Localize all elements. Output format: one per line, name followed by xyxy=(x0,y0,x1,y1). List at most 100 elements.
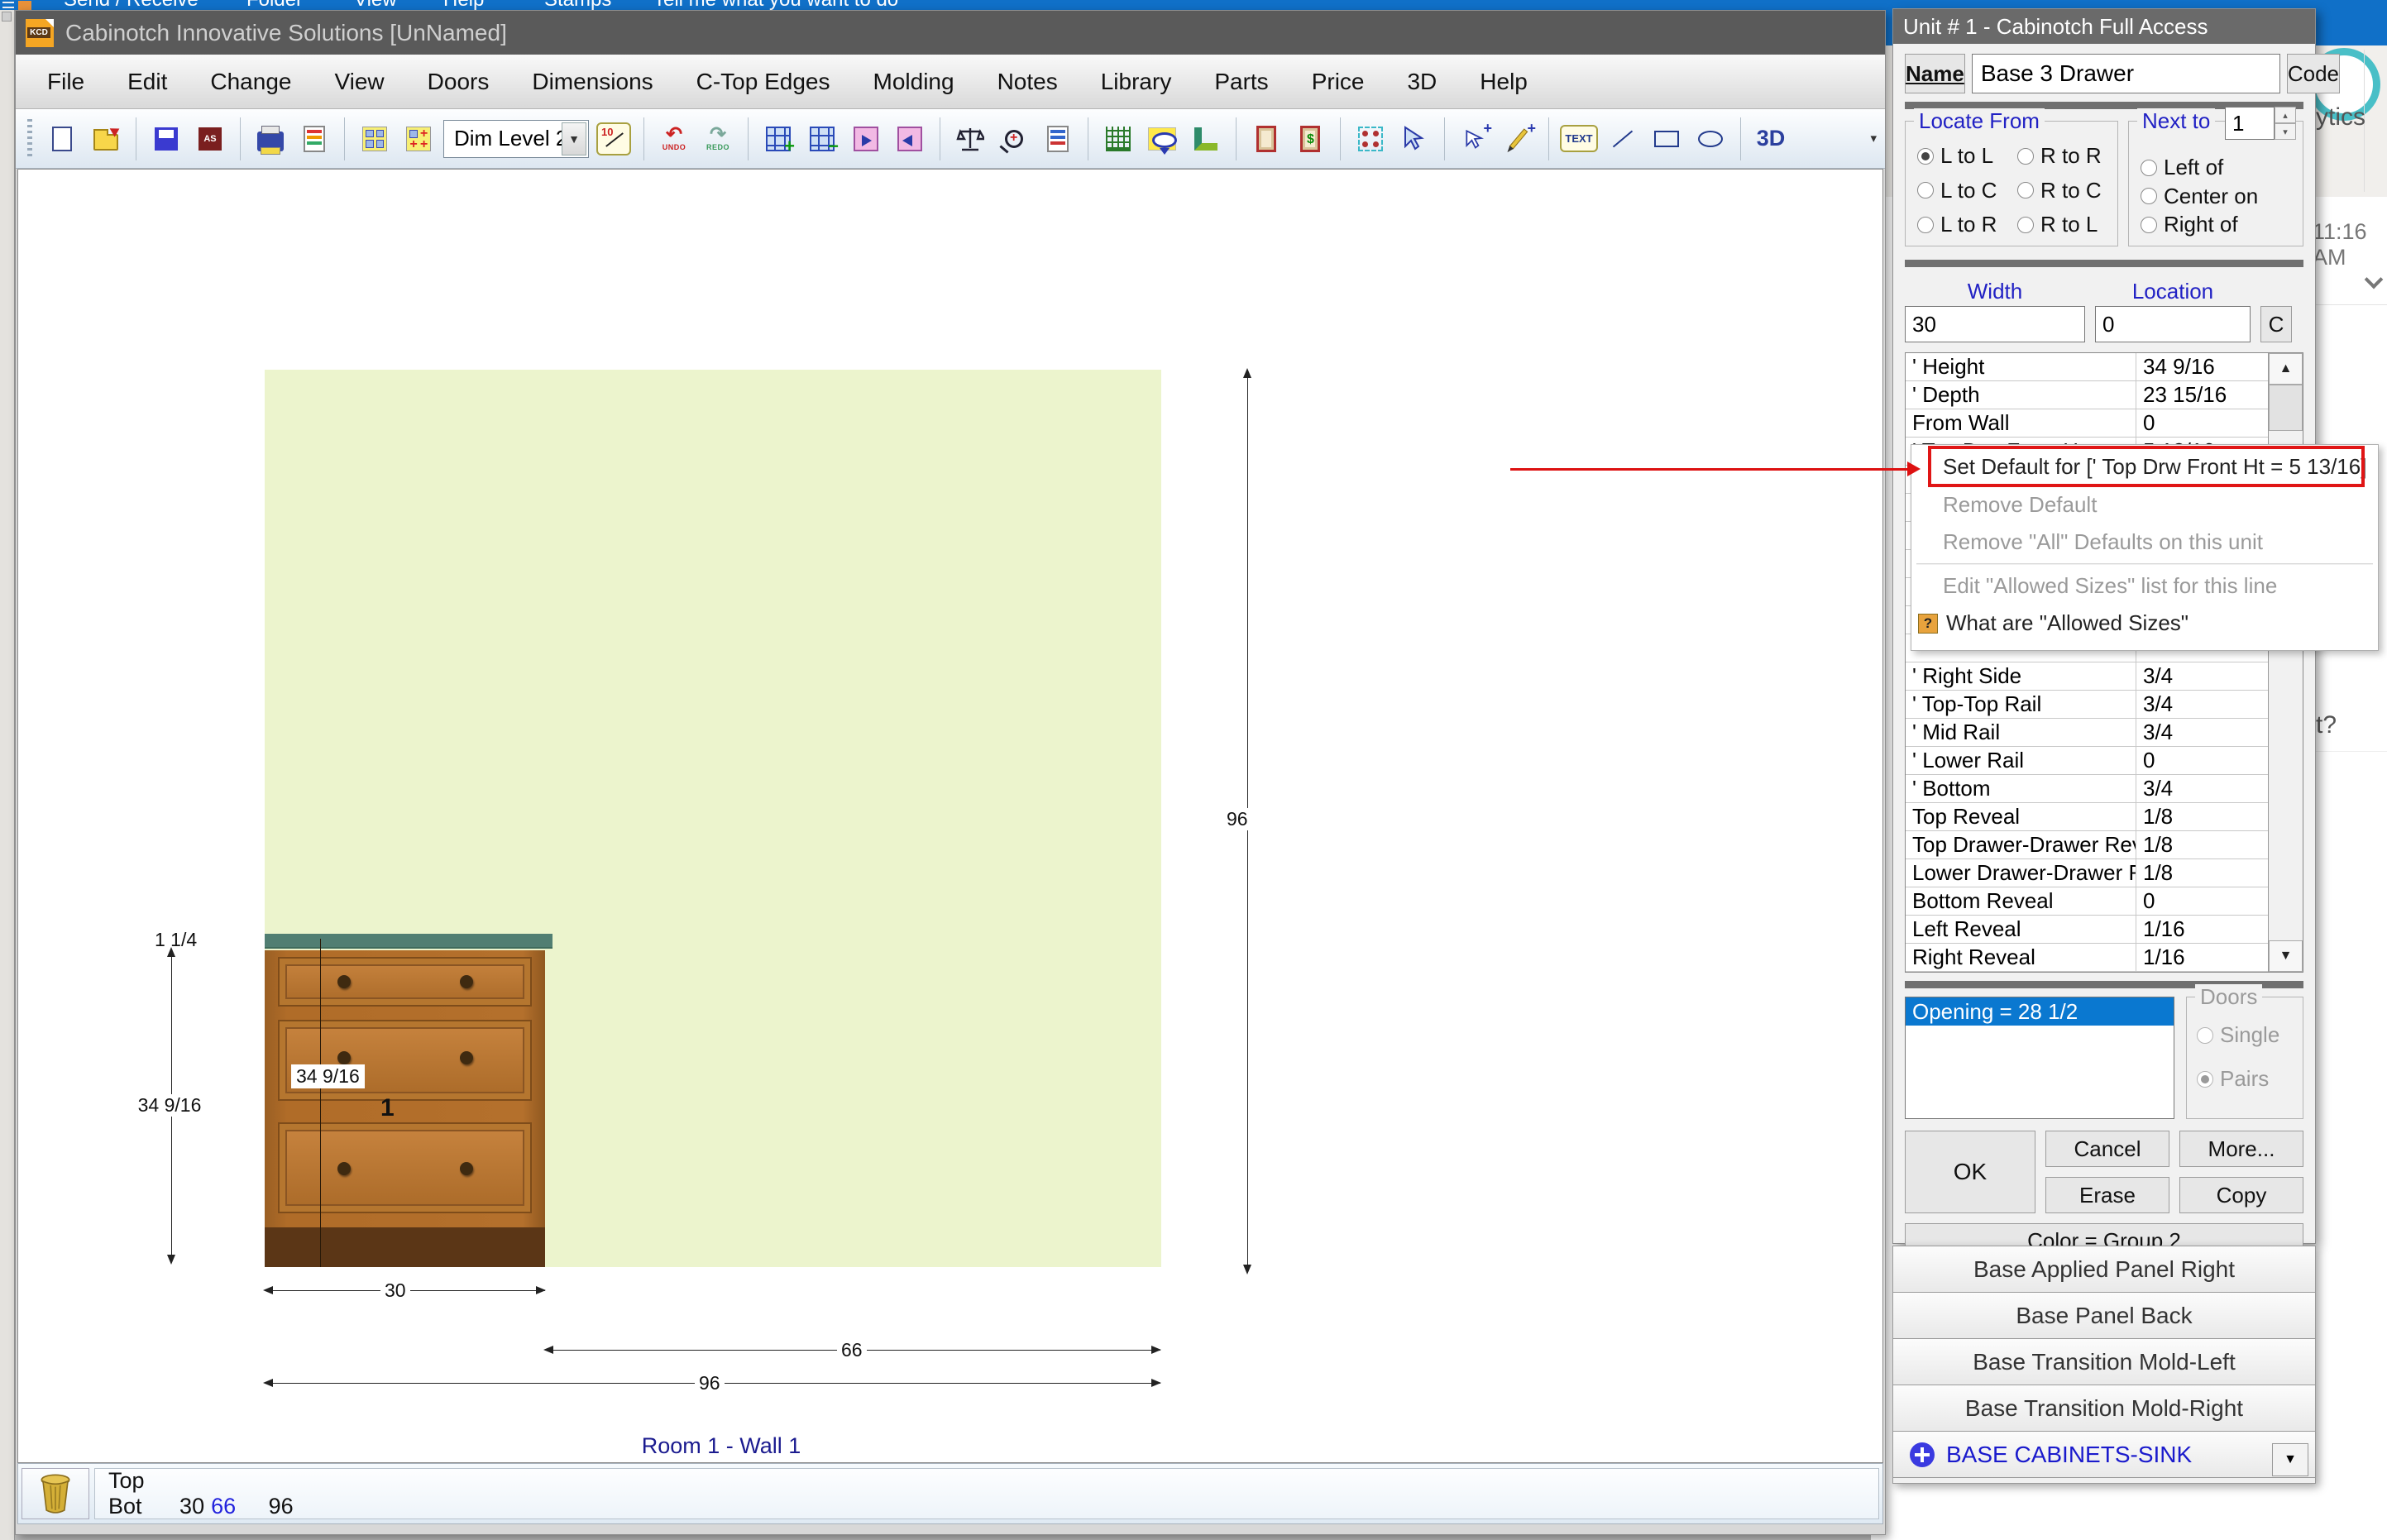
menu-library[interactable]: Library xyxy=(1101,69,1172,95)
countertop[interactable] xyxy=(265,934,553,949)
menu-help[interactable]: Help xyxy=(1480,69,1528,95)
menu-item-edit-allowed-sizes[interactable]: Edit "Allowed Sizes" list for this line xyxy=(1911,567,2378,605)
flip-wall-button[interactable] xyxy=(891,120,929,158)
spinner-down-icon[interactable]: ▾ xyxy=(2275,123,2296,140)
radio-l-to-l[interactable]: L to L xyxy=(1917,143,2017,169)
list-scroll-down-icon[interactable]: ▼ xyxy=(2272,1443,2308,1476)
pencil-edit-button[interactable]: + xyxy=(1500,120,1538,158)
toolbar-overflow-button[interactable]: ▾ xyxy=(1870,133,1877,144)
radio-left-of[interactable]: Left of xyxy=(2141,155,2303,180)
radio-l-to-c[interactable]: L to C xyxy=(1917,178,2017,203)
more-button[interactable]: More... xyxy=(2179,1131,2303,1167)
erase-button[interactable]: Erase xyxy=(2045,1177,2169,1213)
menu-parts[interactable]: Parts xyxy=(1214,69,1268,95)
spinner-up-icon[interactable]: ▴ xyxy=(2275,107,2296,123)
scroll-down-icon[interactable]: ▼ xyxy=(2269,940,2303,972)
molding-corner-button[interactable] xyxy=(1187,120,1225,158)
rect-tool-button[interactable] xyxy=(1648,120,1686,158)
zoom-in-button[interactable]: + xyxy=(995,120,1033,158)
line-tool-button[interactable] xyxy=(1604,120,1642,158)
open-file-button[interactable] xyxy=(87,120,125,158)
save-button[interactable] xyxy=(147,120,185,158)
table-row[interactable]: ' Lower Rail0 xyxy=(1906,747,2268,775)
name-input[interactable] xyxy=(1972,54,2280,93)
ribbon-tab-view[interactable]: View xyxy=(354,0,397,10)
drawer-front-bottom[interactable] xyxy=(278,1122,532,1213)
next-to-spinner[interactable]: ▴▾ xyxy=(2225,107,2296,140)
pointer-add-button[interactable]: + xyxy=(1456,120,1494,158)
window-layout-button[interactable] xyxy=(356,120,394,158)
table-row[interactable]: ' Mid Rail3/4 xyxy=(1906,719,2268,747)
table-row[interactable]: ' Bottom3/4 xyxy=(1906,775,2268,803)
menu-price[interactable]: Price xyxy=(1312,69,1365,95)
menu-view[interactable]: View xyxy=(334,69,384,95)
menu-file[interactable]: File xyxy=(47,69,84,95)
new-file-button[interactable] xyxy=(43,120,81,158)
ribbon-tab-send-receive[interactable]: Send / Receive xyxy=(64,0,199,10)
save-as-button[interactable] xyxy=(191,120,229,158)
redo-button[interactable]: ↷REDO xyxy=(699,120,737,158)
code-button[interactable]: Code xyxy=(2287,54,2340,93)
radio-single[interactable]: Single xyxy=(2197,1022,2303,1048)
3d-view-button[interactable]: 3D xyxy=(1752,120,1790,158)
toolbar-drag-handle[interactable] xyxy=(27,119,32,159)
table-row[interactable]: ' Height34 9/16 xyxy=(1906,353,2268,381)
table-row[interactable]: Left Reveal1/16 xyxy=(1906,916,2268,944)
opening-listbox[interactable]: Opening = 28 1/2 xyxy=(1905,997,2174,1119)
print-button[interactable] xyxy=(251,120,289,158)
table-row[interactable]: Lower Drawer-Drawer Reveal1/8 xyxy=(1906,859,2268,887)
name-button[interactable]: Name xyxy=(1905,54,1965,93)
table-row[interactable]: !! Ctop Overhang-Front1 xyxy=(1906,972,2268,973)
grid-mesh-button[interactable] xyxy=(1099,120,1137,158)
radio-r-to-c[interactable]: R to C xyxy=(2017,178,2117,203)
scale-balance-button[interactable] xyxy=(951,120,989,158)
ribbon-tab-stamps[interactable]: Stamps xyxy=(544,0,611,10)
menu-3d[interactable]: 3D xyxy=(1407,69,1437,95)
list-item-base-transition-mold-right[interactable]: Base Transition Mold-Right xyxy=(1893,1385,2315,1432)
tell-me-box[interactable]: Tell me what you want to do xyxy=(653,0,898,10)
door-price-button[interactable]: $ xyxy=(1291,120,1329,158)
menu-notes[interactable]: Notes xyxy=(997,69,1058,95)
scroll-thumb[interactable] xyxy=(2269,385,2303,431)
opening-item-selected[interactable]: Opening = 28 1/2 xyxy=(1906,997,2174,1026)
window-add-button[interactable]: +++ xyxy=(399,120,438,158)
list-item-base-cabinets-sink[interactable]: BASE CABINETS-SINK xyxy=(1893,1432,2315,1478)
menu-edit[interactable]: Edit xyxy=(127,69,167,95)
table-row[interactable]: Top Drawer-Drawer Reveal1/8 xyxy=(1906,831,2268,859)
add-wall-button[interactable]: + xyxy=(759,120,797,158)
parts-button[interactable] xyxy=(1351,120,1390,158)
radio-pairs[interactable]: Pairs xyxy=(2197,1066,2303,1092)
remove-wall-button[interactable]: − xyxy=(803,120,841,158)
trash-button[interactable] xyxy=(22,1468,89,1519)
list-item-base-panel-back[interactable]: Base Panel Back xyxy=(1893,1293,2315,1339)
menu-item-remove-default[interactable]: Remove Default xyxy=(1911,486,2378,524)
drawer-front-top[interactable] xyxy=(278,957,532,1007)
list-item-base-applied-panel-right[interactable]: Base Applied Panel Right xyxy=(1893,1246,2315,1293)
radio-r-to-r[interactable]: R to R xyxy=(2017,143,2117,169)
table-row[interactable]: ' Top-Top Rail3/4 xyxy=(1906,691,2268,719)
measure-button[interactable] xyxy=(1039,120,1077,158)
menu-ctop-edges[interactable]: C-Top Edges xyxy=(696,69,830,95)
menu-item-what-are-allowed-sizes[interactable]: ? What are "Allowed Sizes" xyxy=(1911,605,2378,642)
undo-button[interactable]: ↶UNDO xyxy=(655,120,693,158)
table-row[interactable]: Bottom Reveal0 xyxy=(1906,887,2268,916)
drawer-front-middle[interactable] xyxy=(278,1020,532,1101)
door-style-button[interactable] xyxy=(1247,120,1285,158)
menu-molding[interactable]: Molding xyxy=(873,69,954,95)
dim-level-select[interactable]: Dim Level 2 ▼ xyxy=(443,120,589,158)
dim-level-dropdown-arrow-icon[interactable]: ▼ xyxy=(562,122,586,155)
chevron-down-icon[interactable] xyxy=(2365,270,2384,289)
radio-l-to-r[interactable]: L to R xyxy=(1917,212,2017,237)
menu-change[interactable]: Change xyxy=(210,69,291,95)
next-to-input[interactable] xyxy=(2225,107,2275,140)
table-row[interactable]: Top Reveal1/8 xyxy=(1906,803,2268,831)
table-row[interactable]: ' Depth23 15/16 xyxy=(1906,381,2268,409)
scroll-up-icon[interactable]: ▲ xyxy=(2269,353,2303,385)
radio-center-on[interactable]: Center on xyxy=(2141,184,2303,209)
copy-button[interactable]: Copy xyxy=(2179,1177,2303,1213)
pointer-tool-button[interactable] xyxy=(1395,120,1433,158)
view-eye-button[interactable] xyxy=(1143,120,1181,158)
table-row[interactable]: Right Reveal1/16 xyxy=(1906,944,2268,972)
report-button[interactable] xyxy=(295,120,333,158)
table-row[interactable]: ' Right Side3/4 xyxy=(1906,662,2268,691)
